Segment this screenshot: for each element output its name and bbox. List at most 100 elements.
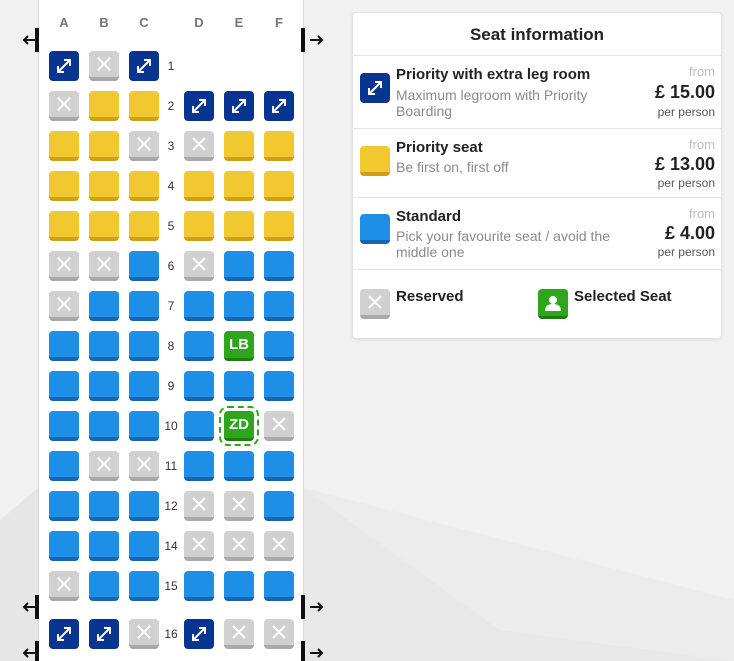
seat-5e[interactable] — [224, 211, 254, 241]
seat-2c[interactable] — [129, 91, 159, 121]
selected-label: Selected Seat — [574, 288, 672, 305]
seat-2e[interactable] — [224, 91, 254, 121]
standard-seat-icon — [360, 214, 390, 244]
seat-info-title: Seat information — [353, 13, 721, 56]
seat-3a[interactable] — [49, 131, 79, 161]
seat-4a[interactable] — [49, 171, 79, 201]
seat-7c[interactable] — [129, 291, 159, 321]
seat-7f[interactable] — [264, 291, 294, 321]
seat-11a[interactable] — [49, 451, 79, 481]
seat-map: A B C D E F 1 2 3 4 5 6 7 8 LB 9 10 ZD 11 12 14 15 16 — [38, 0, 304, 661]
seat-9b[interactable] — [89, 371, 119, 401]
seat-15b[interactable] — [89, 571, 119, 601]
seat-14b[interactable] — [89, 531, 119, 561]
seat-11f[interactable] — [264, 451, 294, 481]
selected-seat-icon — [538, 289, 568, 319]
seat-9f[interactable] — [264, 371, 294, 401]
standard-desc: Pick your favourite seat / avoid the mid… — [396, 228, 610, 260]
seat-16b[interactable] — [89, 619, 119, 649]
seat-6f[interactable] — [264, 251, 294, 281]
seat-11e[interactable] — [224, 451, 254, 481]
seat-2f[interactable] — [264, 91, 294, 121]
seat-16d[interactable] — [184, 619, 214, 649]
seat-10d[interactable] — [184, 411, 214, 441]
seat-2d[interactable] — [184, 91, 214, 121]
seat-12b[interactable] — [89, 491, 119, 521]
seat-7b[interactable] — [89, 291, 119, 321]
seat-1a[interactable] — [49, 51, 79, 81]
seat-8e[interactable]: LB — [224, 331, 254, 361]
column-letter-f: F — [275, 15, 283, 30]
column-letter-e: E — [234, 15, 244, 30]
seat-5b[interactable] — [89, 211, 119, 241]
seat-3d — [184, 131, 214, 161]
seat-4f[interactable] — [264, 171, 294, 201]
seat-15f[interactable] — [264, 571, 294, 601]
priority-desc: Be first on, first off — [396, 159, 509, 175]
seat-12a[interactable] — [49, 491, 79, 521]
seat-5f[interactable] — [264, 211, 294, 241]
seat-4b[interactable] — [89, 171, 119, 201]
seat-10e[interactable]: ZD — [219, 406, 259, 446]
seat-5a[interactable] — [49, 211, 79, 241]
standard-per: per person — [657, 245, 715, 259]
seat-8c[interactable] — [129, 331, 159, 361]
seat-4d[interactable] — [184, 171, 214, 201]
row-number: 1 — [167, 59, 175, 73]
seat-3b[interactable] — [89, 131, 119, 161]
seat-2b[interactable] — [89, 91, 119, 121]
seat-9c[interactable] — [129, 371, 159, 401]
row-number: 8 — [167, 339, 175, 353]
row-number: 5 — [167, 219, 175, 233]
seat-14a[interactable] — [49, 531, 79, 561]
seat-16a[interactable] — [49, 619, 79, 649]
legroom-from: from — [689, 64, 715, 79]
exit-door-marker — [35, 28, 39, 52]
seat-8d[interactable] — [184, 331, 214, 361]
exit-arrow-right-icon — [306, 640, 328, 661]
seat-12c[interactable] — [129, 491, 159, 521]
seat-10c[interactable] — [129, 411, 159, 441]
seat-15c[interactable] — [129, 571, 159, 601]
seat-9e[interactable] — [224, 371, 254, 401]
seat-6e[interactable] — [224, 251, 254, 281]
seat-8f[interactable] — [264, 331, 294, 361]
standard-name: Standard — [396, 208, 462, 225]
seat-12d — [184, 491, 214, 521]
seat-5c[interactable] — [129, 211, 159, 241]
exit-door-marker — [35, 641, 39, 661]
seat-15d[interactable] — [184, 571, 214, 601]
seat-4e[interactable] — [224, 171, 254, 201]
seat-10b[interactable] — [89, 411, 119, 441]
seat-15e[interactable] — [224, 571, 254, 601]
seat-5d[interactable] — [184, 211, 214, 241]
column-letter-a: A — [59, 15, 69, 30]
seat-3e[interactable] — [224, 131, 254, 161]
seat-11d[interactable] — [184, 451, 214, 481]
seat-9d[interactable] — [184, 371, 214, 401]
exit-door-marker — [301, 28, 305, 52]
row-number: 3 — [167, 139, 175, 153]
seat-11b — [89, 451, 119, 481]
seat-1c[interactable] — [129, 51, 159, 81]
column-letter-d: D — [194, 15, 204, 30]
exit-door-marker — [301, 595, 305, 619]
row-number: 16 — [164, 627, 178, 641]
seat-3f[interactable] — [264, 131, 294, 161]
seat-7a — [49, 291, 79, 321]
seat-7d[interactable] — [184, 291, 214, 321]
seat-9a[interactable] — [49, 371, 79, 401]
reserved-label: Reserved — [396, 288, 464, 305]
seat-8a[interactable] — [49, 331, 79, 361]
seat-16c — [129, 619, 159, 649]
seat-14c[interactable] — [129, 531, 159, 561]
seat-8b[interactable] — [89, 331, 119, 361]
legend-row-priority: Priority seat Be first on, first off fro… — [353, 129, 721, 198]
seat-4c[interactable] — [129, 171, 159, 201]
seat-10f — [264, 411, 294, 441]
seat-12f[interactable] — [264, 491, 294, 521]
seat-6c[interactable] — [129, 251, 159, 281]
legroom-desc: Maximum legroom with Priority Boarding — [396, 87, 588, 119]
seat-7e[interactable] — [224, 291, 254, 321]
seat-10a[interactable] — [49, 411, 79, 441]
